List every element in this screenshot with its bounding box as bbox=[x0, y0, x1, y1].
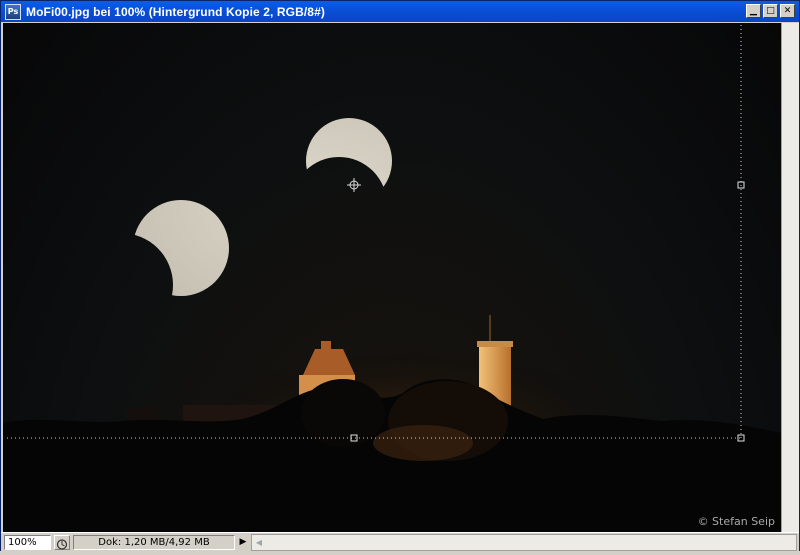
document-icon-button[interactable] bbox=[54, 535, 70, 550]
vertical-scrollbar[interactable] bbox=[781, 23, 799, 532]
scroll-left-arrow-icon[interactable]: ◀ bbox=[253, 536, 265, 549]
close-button[interactable]: ✕ bbox=[780, 4, 795, 18]
document-size-info: Dok: 1,20 MB/4,92 MB bbox=[73, 535, 235, 550]
document-title: MoFi00.jpg bei 100% (Hintergrund Kopie 2… bbox=[26, 4, 325, 19]
window-controls: ▁ □ ✕ bbox=[746, 4, 795, 18]
maximize-button[interactable]: □ bbox=[763, 4, 778, 18]
status-menu-arrow-icon[interactable]: ▶ bbox=[237, 535, 249, 550]
photoshop-document-window: Ps MoFi00.jpg bei 100% (Hintergrund Kopi… bbox=[0, 0, 800, 551]
image-copyright: © Stefan Seip bbox=[697, 515, 775, 528]
minimize-button[interactable]: ▁ bbox=[746, 4, 761, 18]
window-titlebar[interactable]: Ps MoFi00.jpg bei 100% (Hintergrund Kopi… bbox=[1, 1, 799, 22]
horizontal-scrollbar[interactable]: ◀ bbox=[251, 534, 797, 551]
navigator-icon bbox=[56, 539, 68, 550]
photo-image bbox=[3, 23, 781, 532]
photoshop-app-icon[interactable]: Ps bbox=[5, 3, 21, 20]
document-canvas[interactable]: © Stefan Seip bbox=[3, 23, 781, 532]
zoom-level-field[interactable]: 100% bbox=[4, 535, 51, 550]
status-bar: 100% Dok: 1,20 MB/4,92 MB ▶ ◀ bbox=[1, 532, 799, 551]
